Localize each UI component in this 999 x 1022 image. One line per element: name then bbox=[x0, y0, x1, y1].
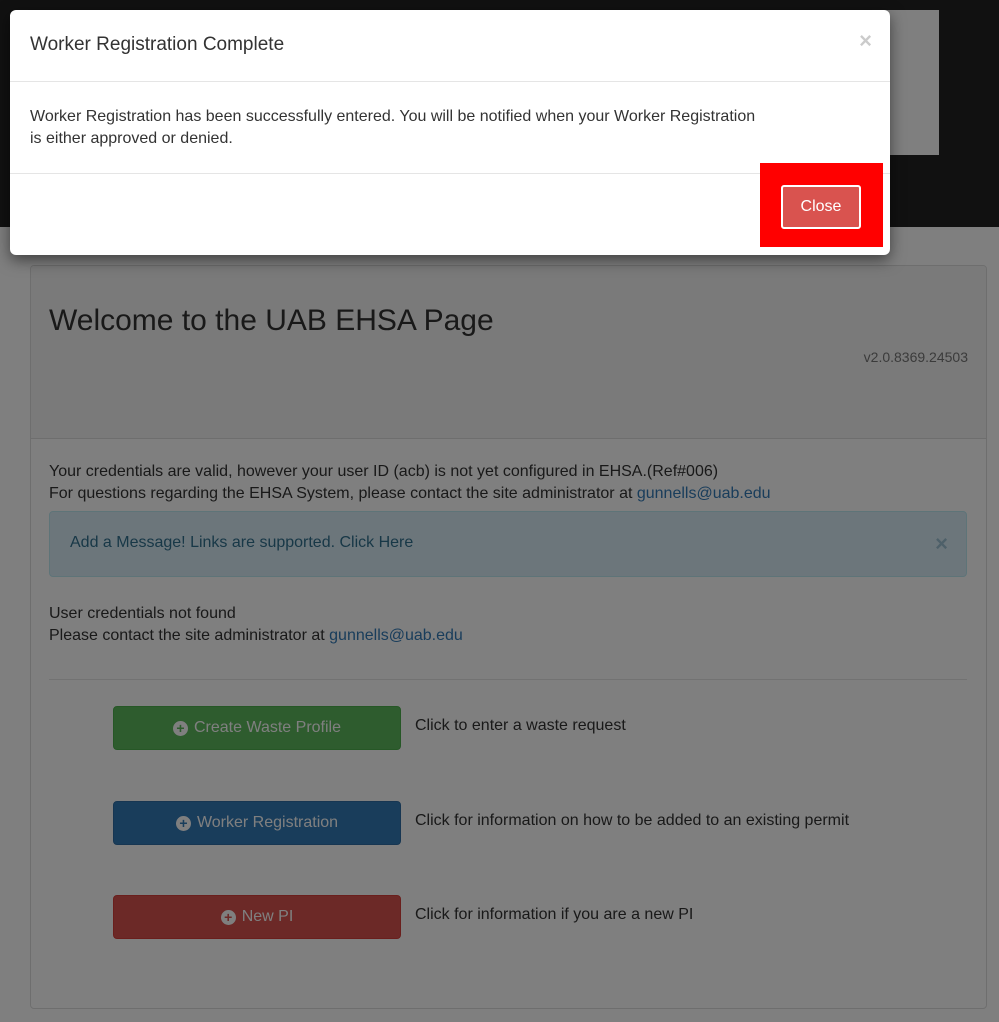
registration-complete-modal: Worker Registration Complete × Worker Re… bbox=[10, 10, 890, 255]
modal-body: Worker Registration has been successfull… bbox=[30, 106, 870, 150]
modal-title: Worker Registration Complete bbox=[30, 34, 285, 55]
close-button[interactable]: Close bbox=[781, 185, 861, 229]
modal-footer bbox=[10, 173, 890, 256]
modal-message-line-1: Worker Registration has been successfull… bbox=[30, 108, 756, 125]
modal-header: Worker Registration Complete × bbox=[10, 10, 890, 82]
modal-close-icon[interactable]: × bbox=[859, 28, 872, 54]
modal-message-line-2: is either approved or denied. bbox=[30, 130, 233, 147]
